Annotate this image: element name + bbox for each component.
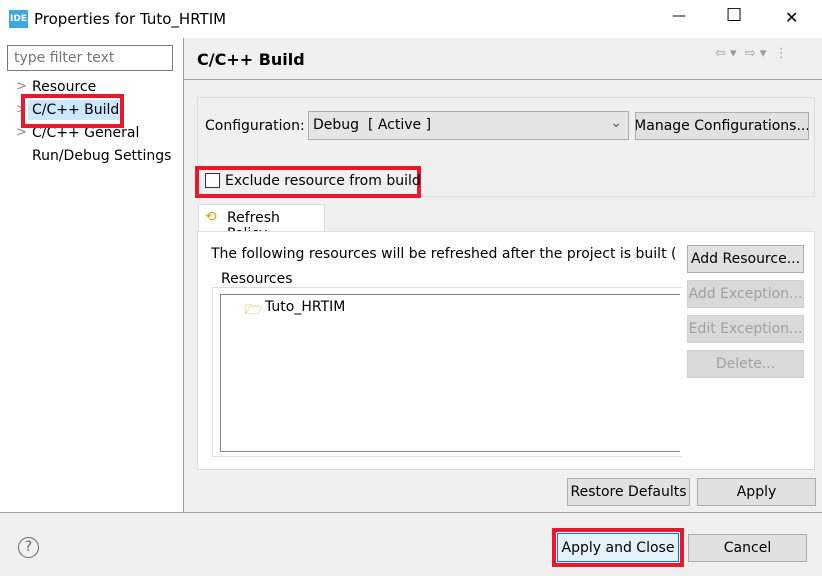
forward-icon[interactable]: ⇨ (745, 46, 756, 61)
restore-defaults-button[interactable]: Restore Defaults (567, 478, 690, 506)
description: The following resources will be refreshe… (211, 246, 677, 262)
minimize-button[interactable]: — (672, 8, 686, 24)
config-label: Configuration: (205, 118, 305, 134)
manage-configurations-button[interactable]: Manage Configurations... (635, 112, 809, 140)
forward-menu-icon[interactable]: ▾ (760, 46, 767, 61)
add-resource-button[interactable]: Add Resource... (687, 245, 804, 273)
back-menu-icon[interactable]: ▾ (730, 46, 737, 61)
refresh-icon: ⟲ (205, 209, 217, 225)
apply-and-close-button[interactable]: Apply and Close (557, 533, 679, 562)
back-icon[interactable]: ⇦ (715, 46, 726, 61)
resources-tree[interactable]: 🗁 Tuto_HRTIM (220, 294, 680, 452)
footer-separator (0, 512, 822, 513)
exclude-label[interactable]: Exclude resource from build (225, 173, 421, 189)
maximize-button[interactable]: ☐ (726, 5, 742, 26)
tab-content: The following resources will be refreshe… (197, 231, 815, 470)
title-bar: IDE Properties for Tuto_HRTIM — ☐ ✕ (0, 0, 822, 38)
sidebar-item-run-debug[interactable]: Run/Debug Settings (32, 148, 171, 164)
highlight-box (21, 94, 124, 128)
expand-chevron-icon[interactable]: > (16, 79, 27, 94)
help-icon[interactable]: ? (18, 537, 39, 558)
window-title: Properties for Tuto_HRTIM (34, 10, 227, 28)
sidebar-item-resource[interactable]: Resource (32, 79, 96, 95)
chevron-down-icon: ⌄ (610, 115, 622, 131)
apply-button[interactable]: Apply (697, 478, 816, 506)
page-title: C/C++ Build (197, 50, 305, 69)
exclude-checkbox[interactable] (205, 173, 220, 188)
config-value: Debug [ Active ] (313, 117, 432, 133)
close-button[interactable]: ✕ (785, 8, 798, 27)
cancel-button[interactable]: Cancel (688, 534, 807, 562)
edit-exception-button[interactable]: Edit Exception... (687, 315, 804, 343)
app-icon: IDE (9, 10, 28, 28)
resources-label: Resources (218, 271, 296, 287)
nav-toolbar: ⇦ ▾ ⇨ ▾ ⋮ (715, 46, 788, 61)
config-combo[interactable]: Debug [ Active ] ⌄ (308, 111, 629, 140)
header-separator (184, 79, 822, 80)
tree-item[interactable]: Tuto_HRTIM (265, 299, 345, 315)
add-exception-button[interactable]: Add Exception... (687, 280, 804, 308)
more-icon[interactable]: ⋮ (775, 46, 788, 61)
tab-refresh-policy[interactable]: ⟲ Refresh Policy (198, 204, 325, 242)
filter-input[interactable] (7, 45, 173, 71)
delete-button[interactable]: Delete... (687, 350, 804, 378)
folder-icon: 🗁 (245, 302, 263, 318)
